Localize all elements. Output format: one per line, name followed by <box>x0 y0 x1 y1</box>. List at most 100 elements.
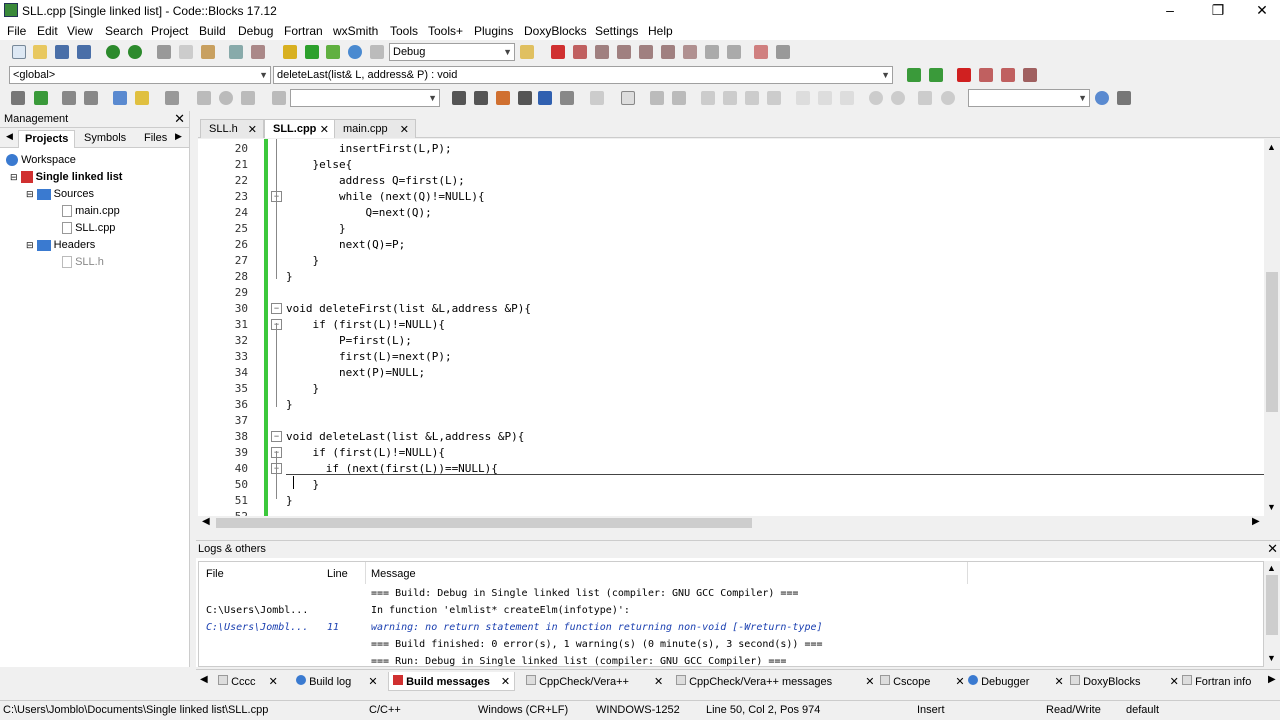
scroll-thumb[interactable] <box>216 518 752 528</box>
close-icon[interactable]: ✕ <box>368 676 377 688</box>
tree-item-sll-cpp[interactable]: SLL.cpp <box>62 222 115 235</box>
scroll-thumb[interactable] <box>1266 575 1278 635</box>
abort-icon[interactable] <box>370 45 384 59</box>
menu-view[interactable]: View <box>67 24 93 38</box>
tree-item-sources[interactable]: ⊟ Sources <box>26 188 94 200</box>
tree-item-project[interactable]: ⊟ Single linked list <box>10 171 122 184</box>
collapse-icon[interactable]: ⊟ <box>26 189 34 199</box>
tab-cscope[interactable]: Cscope ✕ <box>876 672 969 691</box>
menu-file[interactable]: File <box>7 24 26 38</box>
scroll-thumb[interactable] <box>1266 272 1278 412</box>
maximize-button[interactable]: ❐ <box>1196 0 1240 22</box>
step-out-icon[interactable] <box>639 45 653 59</box>
find-icon[interactable] <box>229 45 243 59</box>
grid-widget-icon[interactable] <box>767 91 781 105</box>
step-into-icon[interactable] <box>617 45 631 59</box>
code-line[interactable]: }else{ <box>286 158 352 171</box>
tab-doxyblocks[interactable]: DoxyBlocks ✕ <box>1066 672 1183 691</box>
tab-symbols[interactable]: Symbols <box>78 130 132 148</box>
debug-info-icon[interactable] <box>776 45 790 59</box>
code-line[interactable]: if (first(L)!=NULL){ <box>286 446 444 459</box>
tab-build-messages[interactable]: Build messages ✕ <box>388 672 516 691</box>
minimize-button[interactable]: – <box>1148 0 1192 22</box>
code-line[interactable]: } <box>286 222 346 235</box>
close-icon[interactable]: ✕ <box>320 123 329 136</box>
frame-widget-icon[interactable] <box>818 91 832 105</box>
editor-horizontal-scrollbar[interactable]: ◀ ▶ <box>198 516 1264 530</box>
image-icon[interactable] <box>650 91 664 105</box>
next-instruction-icon[interactable] <box>661 45 675 59</box>
block-comment-icon[interactable] <box>62 91 76 105</box>
close-button[interactable]: ✕ <box>1240 0 1280 22</box>
new-file-icon[interactable] <box>12 45 26 59</box>
log-msg-cell[interactable]: warning: no return statement in function… <box>371 622 823 633</box>
rebuild-icon[interactable] <box>348 45 362 59</box>
menu-tools[interactable]: Tools <box>390 24 418 38</box>
close-icon[interactable]: ✕ <box>174 111 185 127</box>
chm-icon[interactable] <box>113 91 127 105</box>
tree-item-sll-h[interactable]: SLL.h <box>62 256 104 269</box>
extract-icon[interactable] <box>34 91 48 105</box>
tree-item-headers[interactable]: ⊟ Headers <box>26 239 95 251</box>
col-line-header[interactable]: Line <box>327 568 348 580</box>
menu-help[interactable]: Help <box>648 24 673 38</box>
tree-item-main-cpp[interactable]: main.cpp <box>62 205 120 218</box>
function-select[interactable]: deleteLast(list& L, address& P) : void ▼ <box>273 66 893 84</box>
fold-collapse-icon[interactable]: − <box>271 431 282 442</box>
pointer-icon[interactable] <box>590 91 604 105</box>
tab-fortran-info[interactable]: Fortran info <box>1178 672 1255 691</box>
editor-vertical-scrollbar[interactable]: ▲ ▼ <box>1264 139 1280 516</box>
close-icon[interactable]: ✕ <box>654 676 663 688</box>
settings-wrench-icon[interactable] <box>1117 91 1131 105</box>
collapse-icon[interactable]: ⊟ <box>26 240 34 250</box>
tree-item-workspace[interactable]: Workspace <box>6 154 76 167</box>
spell-icon[interactable] <box>918 91 932 105</box>
tab-projects[interactable]: Projects <box>18 130 76 148</box>
zoom-in-icon[interactable] <box>869 91 883 105</box>
tab-build-log[interactable]: Build log ✕ <box>292 672 382 691</box>
scroll-down-icon[interactable]: ▼ <box>1267 502 1276 512</box>
run-to-cursor-icon[interactable] <box>573 45 587 59</box>
tab-main-cpp[interactable]: main.cpp ✕ <box>334 119 416 138</box>
tab-cppcheck[interactable]: CppCheck/Vera++ ✕ <box>522 672 667 691</box>
combo-widget-icon[interactable] <box>745 91 759 105</box>
record-icon[interactable] <box>219 91 233 105</box>
menu-fortran[interactable]: Fortran <box>284 24 323 38</box>
replace-icon[interactable] <box>251 45 265 59</box>
clear-icon[interactable] <box>272 91 286 105</box>
code-line[interactable]: } <box>286 398 293 411</box>
menu-debug[interactable]: Debug <box>238 24 273 38</box>
menu-search[interactable]: Search <box>105 24 143 38</box>
code-line[interactable]: } <box>286 494 293 507</box>
next-line-icon[interactable] <box>595 45 609 59</box>
toggle-bookmark-icon[interactable] <box>957 68 971 82</box>
code-line[interactable]: } <box>286 478 319 491</box>
search-combo[interactable]: ▼ <box>290 89 440 107</box>
log-msg-cell[interactable]: In function 'elmlist* createElm(infotype… <box>371 605 630 616</box>
menu-settings[interactable]: Settings <box>595 24 638 38</box>
match-case-icon[interactable] <box>538 91 552 105</box>
col-message-header[interactable]: Message <box>371 568 416 580</box>
textbox-widget-icon[interactable] <box>723 91 737 105</box>
menu-plugins[interactable]: Plugins <box>474 24 513 38</box>
step-into-instruction-icon[interactable] <box>683 45 697 59</box>
close-icon[interactable]: ✕ <box>400 123 409 136</box>
open-file-icon[interactable] <box>33 45 47 59</box>
refresh-icon[interactable] <box>941 91 955 105</box>
scroll-up-icon[interactable]: ▲ <box>1267 563 1276 573</box>
scroll-left-icon[interactable]: ◀ <box>202 516 210 527</box>
target-dialog-icon[interactable] <box>520 45 534 59</box>
tab-cccc[interactable]: Cccc ✕ <box>214 672 282 691</box>
box-widget-icon[interactable] <box>840 91 854 105</box>
menu-project[interactable]: Project <box>151 24 188 38</box>
cut-icon[interactable] <box>157 45 171 59</box>
redo-icon[interactable] <box>128 45 142 59</box>
code-line[interactable]: insertFirst(L,P); <box>286 142 452 155</box>
static-text-icon[interactable] <box>621 91 635 105</box>
code-line[interactable]: first(L)=next(P); <box>286 350 452 363</box>
code-line[interactable]: } <box>286 382 319 395</box>
tab-sll-h[interactable]: SLL.h ✕ <box>200 119 264 138</box>
menu-build[interactable]: Build <box>199 24 226 38</box>
clear-bookmarks-icon[interactable] <box>1023 68 1037 82</box>
jump-back-icon[interactable] <box>907 68 921 82</box>
